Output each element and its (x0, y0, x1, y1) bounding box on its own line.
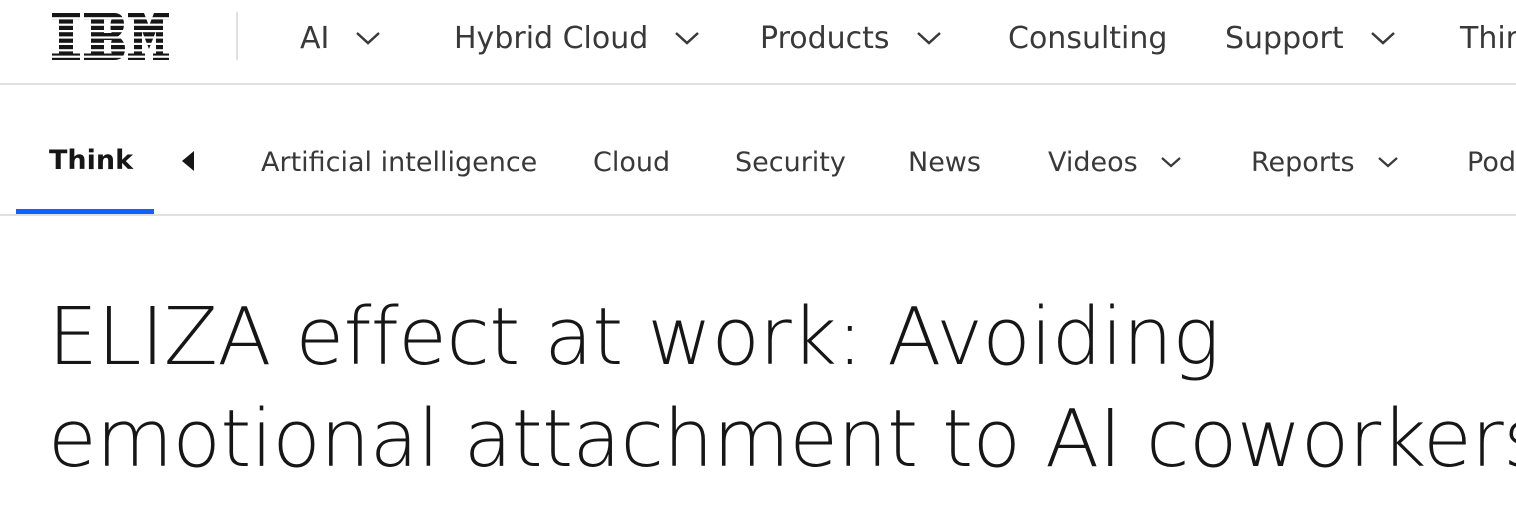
top-nav-label: Thir (1460, 20, 1516, 56)
sub-nav-label: Artificial intelligence (261, 146, 538, 178)
chevron-down-icon (674, 30, 700, 46)
top-nav-support[interactable]: Support (1225, 18, 1396, 58)
chevron-down-icon (1377, 155, 1399, 169)
masthead: AI Hybrid Cloud Products Consulting Supp… (0, 0, 1516, 85)
sub-nav-label: Pod (1467, 146, 1516, 178)
sub-nav-label: Security (735, 146, 846, 178)
sub-nav-brand-label: Think (49, 145, 134, 176)
ibm-logo[interactable] (52, 13, 169, 60)
top-nav-hybrid-cloud[interactable]: Hybrid Cloud (454, 18, 700, 58)
top-nav-label: Hybrid Cloud (454, 20, 649, 56)
logo-divider (236, 12, 238, 60)
top-nav-ai[interactable]: AI (300, 18, 381, 58)
top-nav-label: Products (760, 20, 890, 56)
sub-nav-home-think[interactable]: Think (16, 87, 154, 214)
article-title-line-2: emotional attachment to AI coworkers (48, 393, 1516, 485)
top-nav-products[interactable]: Products (760, 18, 942, 58)
top-nav-label: Consulting (1008, 20, 1168, 56)
sub-nav-item-artificial-intelligence[interactable]: Artificial intelligence (261, 145, 537, 179)
sub-nav-label: Videos (1048, 146, 1138, 178)
sub-nav-label: Cloud (593, 146, 671, 178)
ibm-logo-mark (52, 13, 169, 60)
chevron-down-icon (916, 30, 942, 46)
top-nav-consulting[interactable]: Consulting (1008, 18, 1167, 58)
article-title-line-1: ELIZA effect at work: Avoiding (48, 291, 1220, 383)
sub-navigation: Think Artificial intelligence Cloud Secu… (0, 87, 1516, 216)
sub-nav-item-security[interactable]: Security (735, 145, 846, 179)
sub-nav-label: News (908, 146, 981, 178)
top-nav-label: Support (1225, 20, 1344, 56)
sub-nav-item-reports[interactable]: Reports (1251, 145, 1399, 179)
article-title: ELIZA effect at work: Avoiding emotional… (48, 286, 1516, 490)
chevron-down-icon (1160, 155, 1182, 169)
sub-nav-item-cloud[interactable]: Cloud (593, 145, 670, 179)
sub-nav-item-videos[interactable]: Videos (1048, 145, 1182, 179)
sub-nav-item-news[interactable]: News (908, 145, 981, 179)
top-nav-think[interactable]: Thir (1460, 18, 1516, 58)
caret-left-icon[interactable] (178, 149, 198, 173)
sub-nav-label: Reports (1251, 146, 1355, 178)
chevron-down-icon (355, 30, 381, 46)
sub-nav-item-podcasts[interactable]: Pod (1467, 145, 1516, 179)
top-nav-label: AI (300, 20, 330, 56)
active-tab-indicator (16, 209, 154, 214)
chevron-down-icon (1370, 30, 1396, 46)
